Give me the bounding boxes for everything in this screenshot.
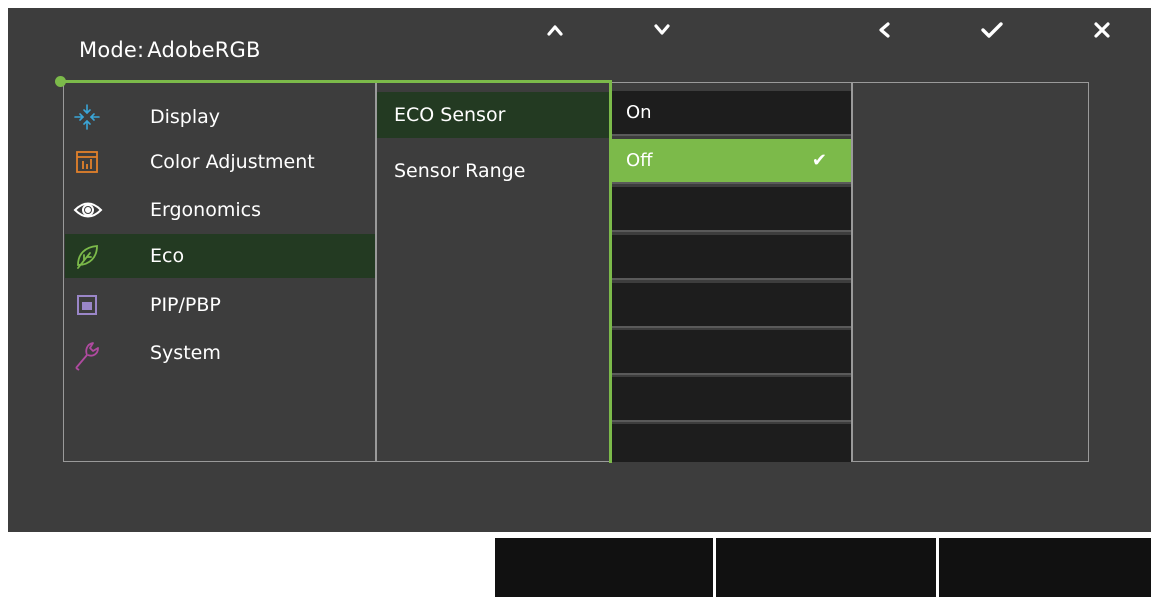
option-empty bbox=[612, 187, 851, 232]
option-empty bbox=[612, 330, 851, 375]
option-empty bbox=[612, 235, 851, 280]
option-label: Off bbox=[626, 150, 653, 171]
color-adjustment-icon bbox=[73, 148, 101, 176]
submenu-item-label: Sensor Range bbox=[394, 160, 526, 182]
option-empty bbox=[612, 424, 851, 462]
column-divider bbox=[375, 82, 377, 462]
wrench-icon bbox=[73, 339, 101, 371]
down-button[interactable] bbox=[632, 0, 692, 59]
control-button-bar bbox=[495, 538, 1151, 597]
mode-indicator: Mode: AdobeRGB bbox=[79, 38, 261, 62]
column-divider bbox=[851, 82, 853, 462]
option-list: On Off ✔ bbox=[612, 83, 851, 462]
option-on[interactable]: On bbox=[612, 91, 851, 136]
leaf-icon bbox=[73, 242, 101, 270]
eye-icon bbox=[73, 196, 103, 224]
exit-button[interactable] bbox=[1072, 0, 1132, 59]
ok-button[interactable] bbox=[962, 0, 1022, 59]
option-empty bbox=[612, 283, 851, 328]
mode-label: Mode: bbox=[79, 38, 145, 62]
pip-icon bbox=[73, 291, 101, 319]
menu-item-display[interactable]: Display bbox=[65, 95, 375, 139]
menu-item-label: Ergonomics bbox=[150, 199, 261, 221]
checkmark-icon: ✔ bbox=[811, 150, 827, 171]
navigation-path-line bbox=[60, 80, 612, 83]
button-separator bbox=[713, 538, 716, 597]
button-separator bbox=[936, 538, 939, 597]
check-icon bbox=[981, 21, 1003, 38]
menu-item-label: System bbox=[150, 342, 221, 364]
menu-item-color-adjustment[interactable]: Color Adjustment bbox=[65, 140, 375, 184]
option-label: On bbox=[626, 102, 652, 123]
display-icon bbox=[73, 103, 101, 131]
menu-item-pip-pbp[interactable]: PIP/PBP bbox=[65, 283, 375, 327]
option-empty bbox=[612, 377, 851, 422]
menu-item-label: Eco bbox=[150, 245, 185, 267]
mode-value: AdobeRGB bbox=[147, 38, 261, 62]
menu-item-label: Color Adjustment bbox=[150, 151, 315, 173]
menu-item-system[interactable]: System bbox=[65, 331, 375, 375]
down-arrow-icon bbox=[654, 23, 670, 35]
close-icon bbox=[1094, 21, 1110, 38]
left-arrow-icon bbox=[879, 21, 890, 38]
submenu-item-eco-sensor[interactable]: ECO Sensor bbox=[377, 92, 609, 138]
submenu-item-label: ECO Sensor bbox=[394, 104, 506, 126]
menu-item-ergonomics[interactable]: Ergonomics bbox=[65, 188, 375, 232]
option-off[interactable]: Off ✔ bbox=[612, 139, 851, 184]
back-button[interactable] bbox=[855, 0, 915, 59]
menu-item-label: Display bbox=[150, 106, 221, 128]
menu-item-eco[interactable]: Eco bbox=[65, 234, 375, 278]
submenu-item-sensor-range[interactable]: Sensor Range bbox=[377, 148, 609, 194]
navigation-path-dot bbox=[55, 76, 66, 87]
menu-item-label: PIP/PBP bbox=[150, 294, 221, 316]
up-button[interactable] bbox=[525, 0, 585, 59]
up-arrow-icon bbox=[547, 24, 563, 36]
